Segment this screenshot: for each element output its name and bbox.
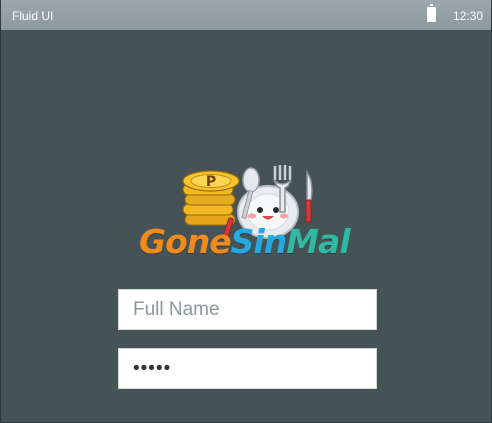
brand-word-gone: Gone <box>139 222 232 261</box>
brand-word-mal: Mal <box>286 222 350 261</box>
brand-word-sin: Sin <box>230 222 288 261</box>
knife-icon <box>305 169 313 223</box>
svg-text:P: P <box>206 174 216 190</box>
battery-full-icon <box>427 4 436 22</box>
status-bar: Fluid UI 12:30 <box>1 0 491 30</box>
coin-stack-icon: P <box>182 170 240 226</box>
status-time: 12:30 <box>453 9 484 23</box>
full-name-input[interactable] <box>118 289 377 330</box>
app-title: Fluid UI <box>12 9 54 23</box>
app-logo: P GoneSinMal <box>131 160 363 261</box>
password-input[interactable] <box>118 348 377 389</box>
app-screen: Fluid UI 12:30 P GoneSinMal Full Name <box>0 0 492 423</box>
brand-wordmark: GoneSinMal <box>139 222 351 261</box>
